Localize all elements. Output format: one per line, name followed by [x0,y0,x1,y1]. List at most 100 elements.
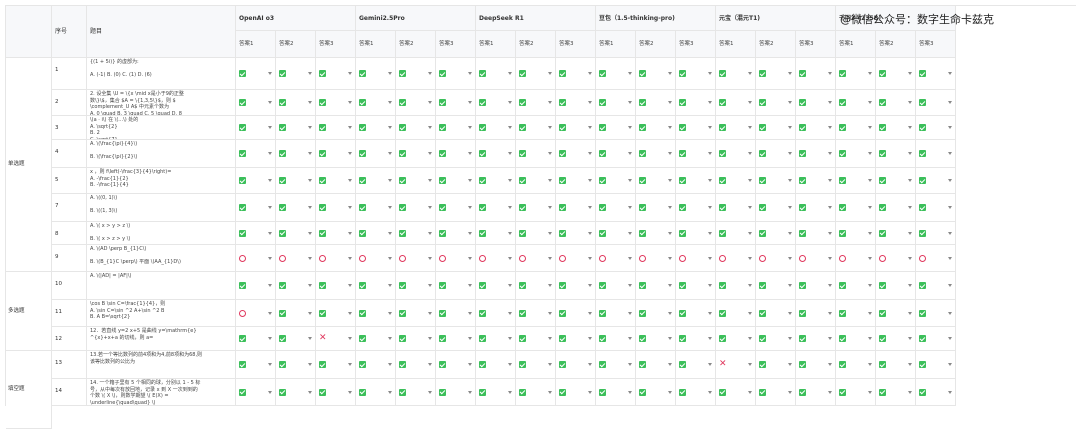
answer-cell[interactable] [676,58,716,90]
answer-cell[interactable] [796,168,836,194]
checkbox-checked-icon[interactable] [679,204,686,211]
dropdown-caret-icon[interactable] [868,179,872,182]
checkbox-checked-icon[interactable] [759,150,766,157]
checkbox-checked-icon[interactable] [719,204,726,211]
dropdown-caret-icon[interactable] [548,126,552,129]
checkbox-checked-icon[interactable] [439,388,446,396]
checkbox-checked-icon[interactable] [599,361,606,368]
checkbox-checked-icon[interactable] [919,124,926,131]
dropdown-caret-icon[interactable] [708,311,712,315]
checkbox-checked-icon[interactable] [559,124,566,131]
checkbox-checked-icon[interactable] [239,388,246,396]
checkbox-checked-icon[interactable] [759,177,766,184]
checkbox-checked-icon[interactable] [879,177,886,184]
answer-cell[interactable] [476,194,516,222]
answer-cell[interactable] [636,168,676,194]
checkbox-checked-icon[interactable] [479,204,486,211]
dropdown-caret-icon[interactable] [468,256,472,260]
dropdown-caret-icon[interactable] [508,72,512,75]
answer-cell[interactable] [236,245,276,272]
checkbox-checked-icon[interactable] [359,282,366,289]
dropdown-caret-icon[interactable] [628,311,632,315]
dropdown-caret-icon[interactable] [548,231,552,235]
dropdown-caret-icon[interactable] [748,101,752,104]
dropdown-caret-icon[interactable] [308,256,312,260]
answer-cell[interactable] [316,58,356,90]
dropdown-caret-icon[interactable] [748,390,752,394]
checkbox-checked-icon[interactable] [919,229,926,237]
checkbox-checked-icon[interactable] [799,177,806,184]
checkbox-checked-icon[interactable] [679,282,686,289]
dropdown-caret-icon[interactable] [748,256,752,260]
dropdown-caret-icon[interactable] [588,152,592,155]
checkbox-checked-icon[interactable] [239,150,246,157]
checkbox-checked-icon[interactable] [799,204,806,211]
checkbox-checked-icon[interactable] [239,177,246,184]
checkbox-checked-icon[interactable] [879,309,886,317]
checkbox-checked-icon[interactable] [639,335,646,342]
dropdown-caret-icon[interactable] [308,101,312,104]
checkbox-checked-icon[interactable] [719,124,726,131]
answer-cell[interactable] [516,194,556,222]
checkbox-checked-icon[interactable] [679,150,686,157]
checkbox-checked-icon[interactable] [559,150,566,157]
dropdown-caret-icon[interactable] [548,101,552,104]
answer-cell[interactable] [556,58,596,90]
answer-cell[interactable] [636,194,676,222]
answer-cell[interactable] [796,90,836,116]
answer-cell[interactable] [836,194,876,222]
dropdown-caret-icon[interactable] [828,152,832,155]
answer-cell[interactable] [556,140,596,168]
answer-cell[interactable] [356,245,396,272]
answer-cell[interactable] [236,140,276,168]
dropdown-caret-icon[interactable] [708,231,712,235]
checkbox-checked-icon[interactable] [679,309,686,317]
dropdown-caret-icon[interactable] [348,337,352,340]
checkbox-checked-icon[interactable] [879,204,886,211]
answer-cell[interactable] [716,168,756,194]
checkbox-checked-icon[interactable] [759,361,766,368]
checkbox-checked-icon[interactable] [599,204,606,211]
dropdown-caret-icon[interactable] [388,256,392,260]
dropdown-caret-icon[interactable] [668,179,672,182]
dropdown-caret-icon[interactable] [788,337,792,340]
answer-cell[interactable] [356,116,396,140]
checkbox-checked-icon[interactable] [759,229,766,237]
dropdown-caret-icon[interactable] [628,101,632,104]
dropdown-caret-icon[interactable] [508,284,512,287]
answer-cell[interactable] [436,58,476,90]
dropdown-caret-icon[interactable] [948,390,952,394]
dropdown-caret-icon[interactable] [748,284,752,287]
checkbox-checked-icon[interactable] [399,124,406,131]
checkbox-checked-icon[interactable] [279,282,286,289]
answer-cell[interactable] [476,245,516,272]
answer-cell[interactable] [436,379,476,406]
dropdown-caret-icon[interactable] [588,363,592,366]
dropdown-caret-icon[interactable] [348,231,352,235]
dropdown-caret-icon[interactable] [268,126,272,129]
dropdown-caret-icon[interactable] [268,72,272,75]
answer-cell[interactable] [316,379,356,406]
answer-cell[interactable] [396,245,436,272]
checkbox-checked-icon[interactable] [839,282,846,289]
checkbox-checked-icon[interactable] [439,150,446,157]
checkbox-checked-icon[interactable] [919,388,926,396]
answer-cell[interactable] [636,245,676,272]
answer-cell[interactable] [396,58,436,90]
checkbox-checked-icon[interactable] [239,70,246,77]
dropdown-caret-icon[interactable] [948,311,952,315]
answer-cell[interactable] [836,351,876,379]
answer-cell[interactable] [876,194,916,222]
answer-cell[interactable] [556,351,596,379]
answer-cell[interactable] [556,245,596,272]
dropdown-caret-icon[interactable] [268,311,272,315]
answer-cell[interactable] [796,58,836,90]
dropdown-caret-icon[interactable] [548,72,552,75]
dropdown-caret-icon[interactable] [388,179,392,182]
answer-cell[interactable] [596,272,636,300]
dropdown-caret-icon[interactable] [508,126,512,129]
checkbox-checked-icon[interactable] [359,309,366,317]
checkbox-checked-icon[interactable] [559,309,566,317]
checkbox-checked-icon[interactable] [519,124,526,131]
checkbox-checked-icon[interactable] [559,99,566,106]
